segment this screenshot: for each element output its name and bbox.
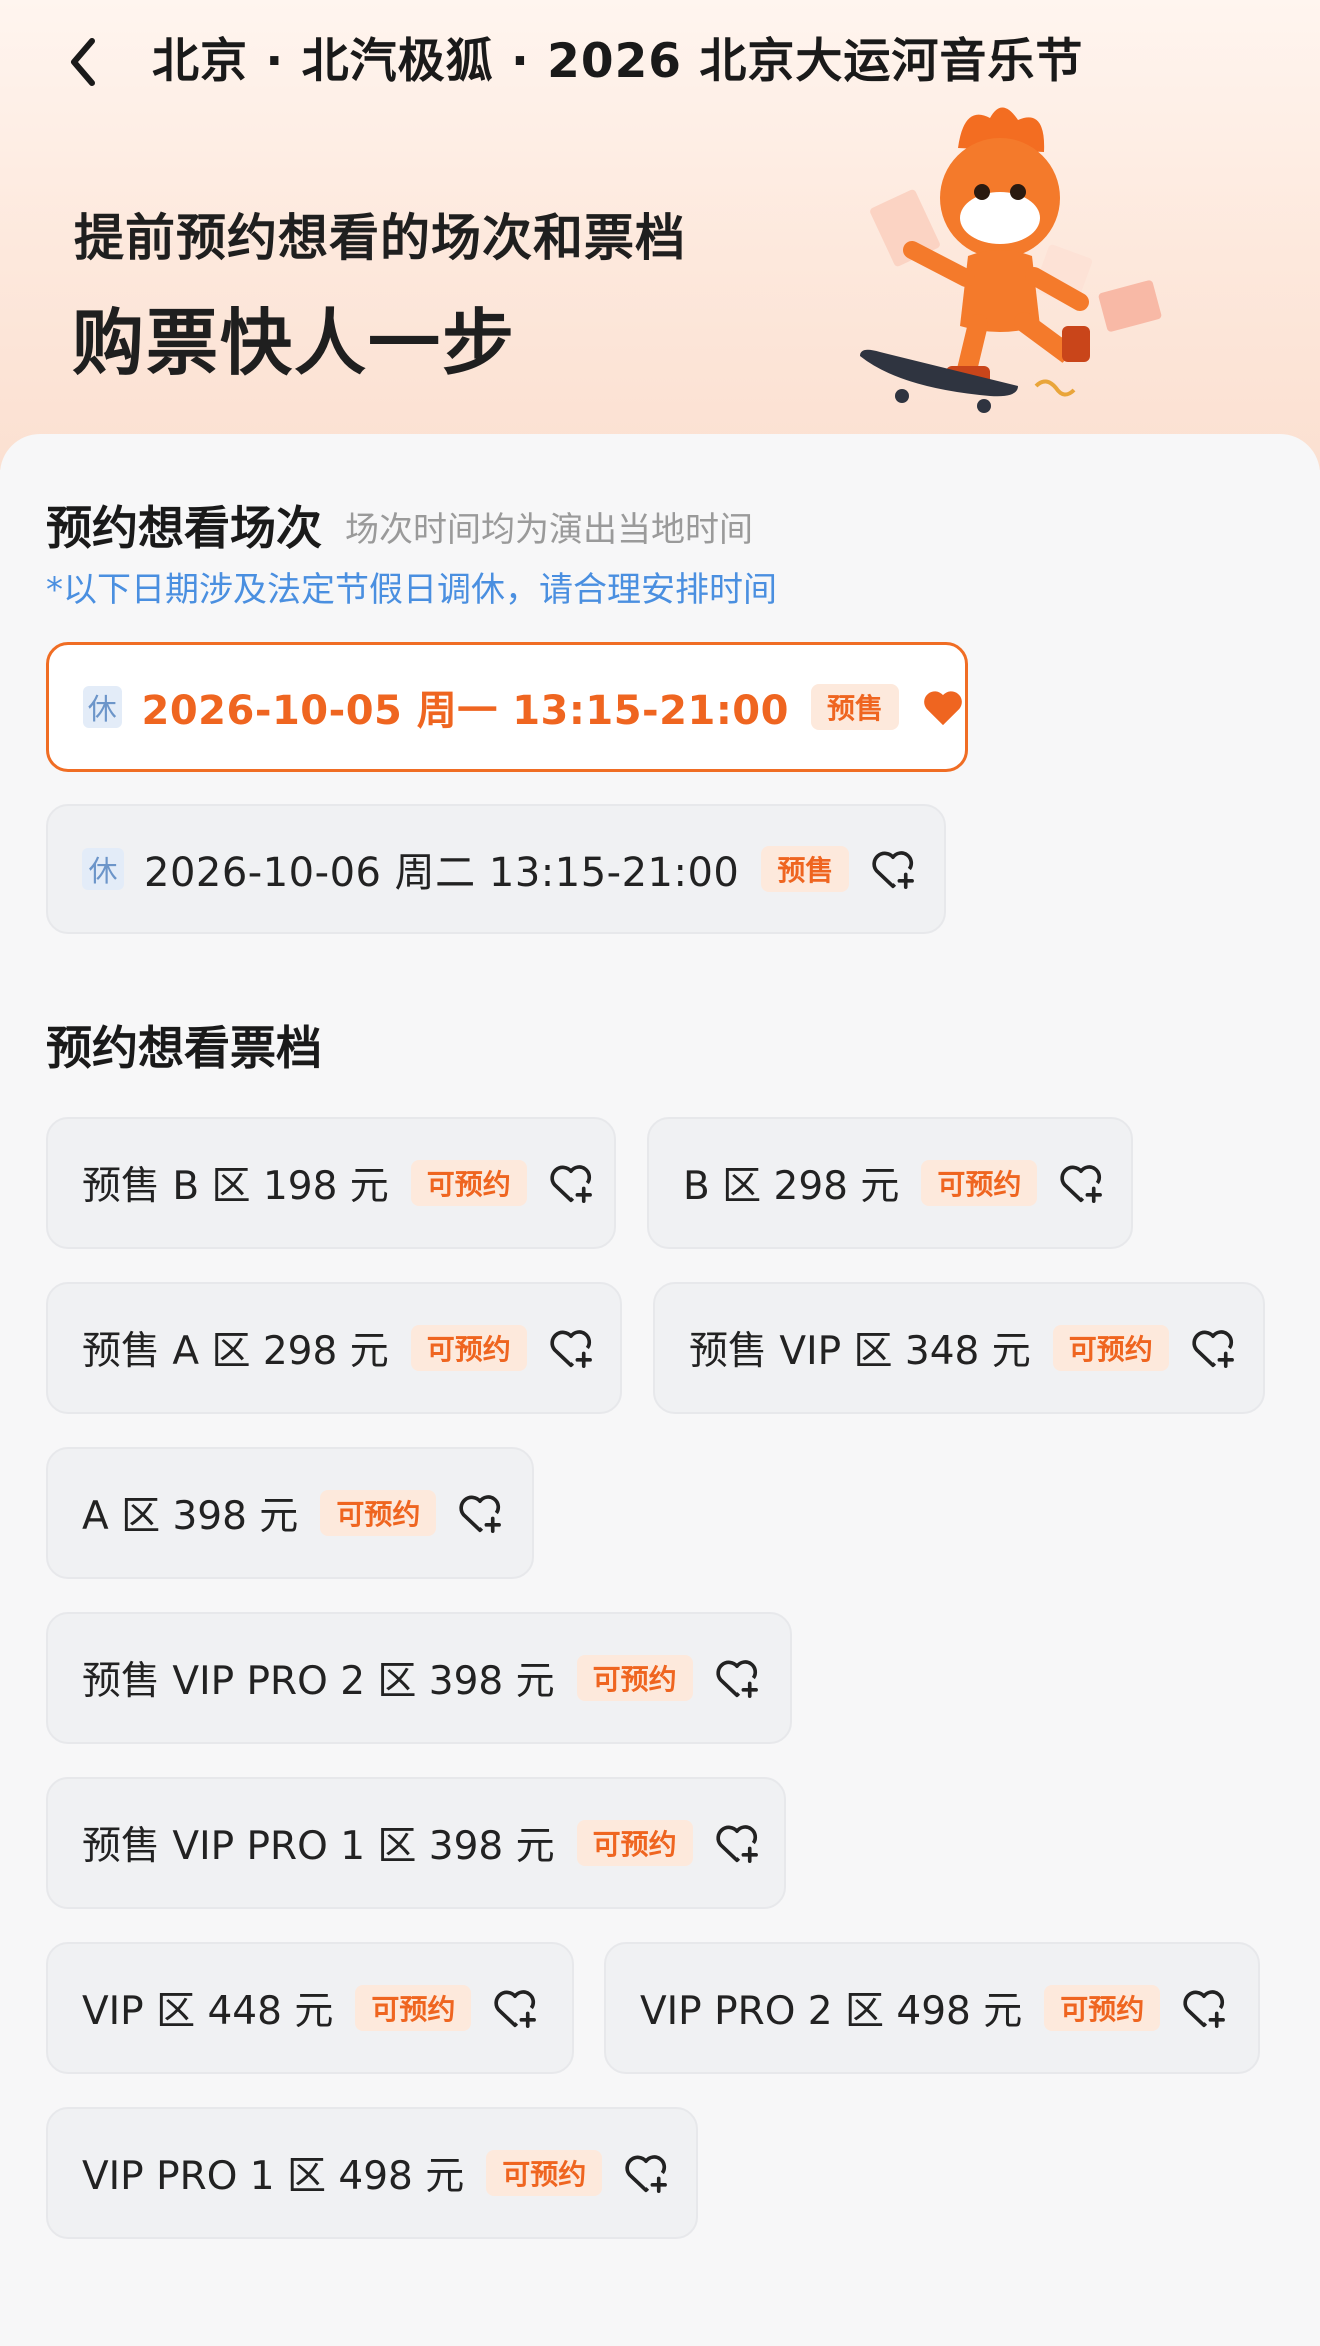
rest-day-tag: 休 — [82, 848, 124, 890]
heart-plus-icon[interactable] — [715, 1656, 759, 1700]
tier-option-4[interactable]: 预售 VIP 区 348 元 可预约 — [653, 1282, 1265, 1414]
reservable-badge: 可预约 — [410, 1160, 527, 1206]
tiers-section-title: 预约想看票档 — [46, 1021, 322, 1075]
sessions-section-title: 预约想看场次 — [46, 501, 322, 555]
heart-plus-icon[interactable] — [624, 2151, 668, 2195]
tier-option-7[interactable]: 预售 VIP PRO 1 区 398 元 可预约 — [46, 1777, 786, 1909]
fox-mascot-image — [860, 107, 1162, 413]
reservable-badge: 可预约 — [410, 1325, 527, 1371]
session-option-2[interactable]: 休 2026-10-06 周二 13:15-21:00 预售 — [46, 804, 946, 934]
tier-label: VIP 区 448 元 — [82, 1989, 334, 2034]
reservable-badge: 可预约 — [576, 1820, 693, 1866]
session-datetime: 2026-10-05 周一 13:15-21:00 — [141, 688, 789, 734]
tier-option-1[interactable]: 预售 B 区 198 元 可预约 — [46, 1117, 616, 1249]
tier-label: 预售 VIP PRO 1 区 398 元 — [82, 1824, 555, 1869]
tier-label: A 区 398 元 — [82, 1494, 299, 1539]
heart-plus-icon[interactable] — [871, 847, 915, 891]
reservable-badge: 可预约 — [486, 2150, 603, 2196]
reservable-badge: 可预约 — [576, 1655, 693, 1701]
tier-label: 预售 A 区 298 元 — [82, 1329, 389, 1374]
back-button[interactable] — [58, 34, 108, 90]
chevron-left-icon — [71, 38, 95, 86]
reservable-badge: 可预约 — [1052, 1325, 1169, 1371]
heart-plus-icon[interactable] — [549, 1161, 593, 1205]
tier-label: VIP PRO 1 区 498 元 — [82, 2154, 465, 2199]
tier-option-8[interactable]: VIP 区 448 元 可预约 — [46, 1942, 574, 2074]
reservable-badge: 可预约 — [1044, 1985, 1161, 2031]
tier-label: 预售 B 区 198 元 — [82, 1164, 389, 1209]
tier-option-2[interactable]: B 区 298 元 可预约 — [647, 1117, 1133, 1249]
tier-label: 预售 VIP 区 348 元 — [689, 1329, 1031, 1374]
presale-badge: 预售 — [810, 684, 899, 730]
banner-headline: 提前预约想看的场次和票档 — [74, 209, 686, 267]
tier-option-10[interactable]: VIP PRO 1 区 498 元 可预约 — [46, 2107, 698, 2239]
heart-plus-icon[interactable] — [549, 1326, 593, 1370]
reservable-badge: 可预约 — [921, 1160, 1038, 1206]
reservable-badge: 可预约 — [320, 1490, 437, 1536]
heart-plus-icon[interactable] — [1059, 1161, 1103, 1205]
session-option-1[interactable]: 休 2026-10-05 周一 13:15-21:00 预售 — [46, 642, 968, 772]
heart-filled-icon[interactable] — [921, 685, 965, 729]
banner-slogan: 购票快人一步 — [72, 301, 517, 385]
tier-label: 预售 VIP PRO 2 区 398 元 — [82, 1659, 555, 1704]
session-datetime: 2026-10-06 周二 13:15-21:00 — [144, 850, 740, 896]
holiday-note: *以下日期涉及法定节假日调休，请合理安排时间 — [46, 570, 777, 610]
heart-plus-icon[interactable] — [1182, 1986, 1226, 2030]
tier-option-6[interactable]: 预售 VIP PRO 2 区 398 元 可预约 — [46, 1612, 792, 1744]
tier-option-3[interactable]: 预售 A 区 298 元 可预约 — [46, 1282, 622, 1414]
heart-plus-icon[interactable] — [493, 1986, 537, 2030]
heart-plus-icon[interactable] — [458, 1491, 502, 1535]
tier-option-9[interactable]: VIP PRO 2 区 498 元 可预约 — [604, 1942, 1260, 2074]
rest-day-tag: 休 — [83, 686, 122, 728]
heart-plus-icon[interactable] — [1191, 1326, 1235, 1370]
sessions-timezone-note: 场次时间均为演出当地时间 — [345, 510, 753, 550]
reservable-badge: 可预约 — [355, 1985, 472, 2031]
tier-label: VIP PRO 2 区 498 元 — [640, 1989, 1023, 2034]
page-title: 北京 · 北汽极狐 · 2026 北京大运河音乐节 — [152, 34, 1084, 89]
presale-badge: 预售 — [761, 846, 850, 892]
tier-option-5[interactable]: A 区 398 元 可预约 — [46, 1447, 534, 1579]
tier-label: B 区 298 元 — [683, 1164, 900, 1209]
heart-plus-icon[interactable] — [715, 1821, 759, 1865]
